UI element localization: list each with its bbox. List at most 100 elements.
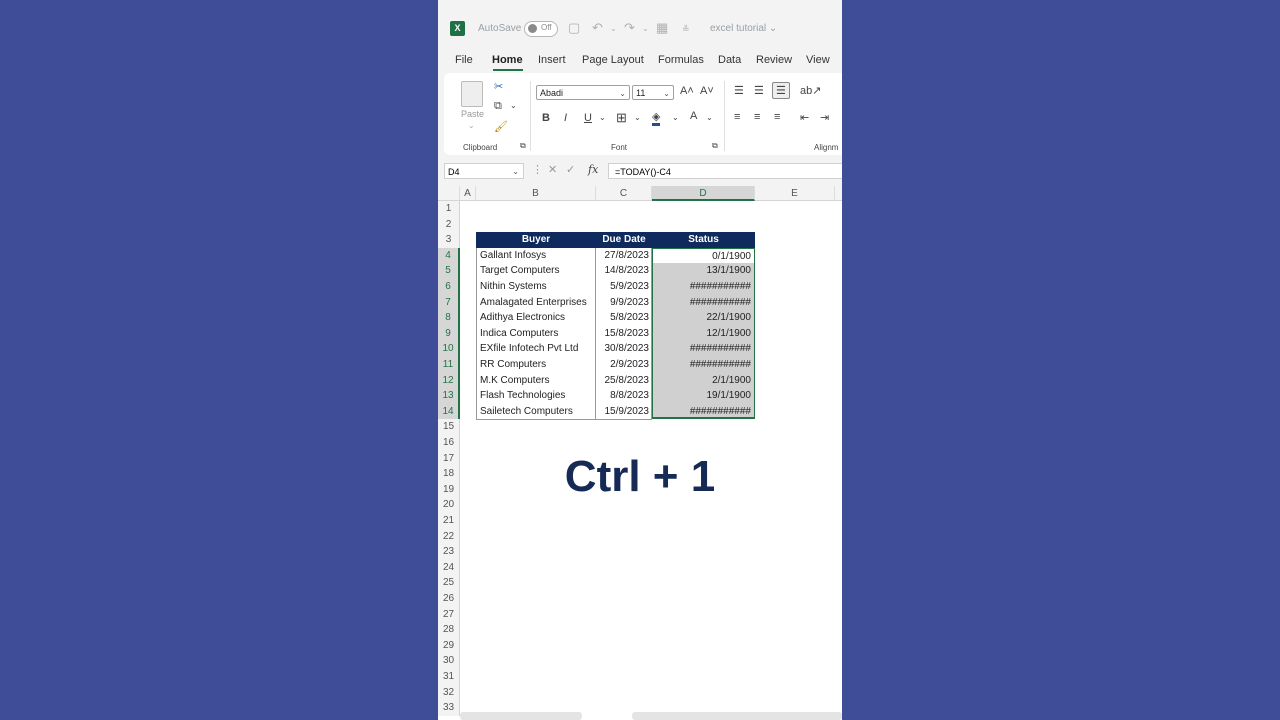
- font-color-button[interactable]: A: [690, 110, 697, 122]
- tab-data[interactable]: Data: [718, 54, 741, 66]
- cell-due-date[interactable]: 5/8/2023: [596, 310, 652, 326]
- row-header[interactable]: 22: [438, 528, 460, 545]
- column-header-d[interactable]: D: [652, 186, 755, 201]
- row-header[interactable]: 2: [438, 216, 460, 233]
- tab-insert[interactable]: Insert: [538, 54, 566, 66]
- row-header[interactable]: 5: [438, 263, 460, 279]
- font-color-dropdown-icon[interactable]: ⌄: [706, 113, 713, 122]
- table-icon[interactable]: ▦: [656, 20, 668, 36]
- cell-status[interactable]: 12/1/1900: [652, 325, 755, 342]
- autosave-toggle[interactable]: Off: [524, 21, 558, 37]
- table-header-cell[interactable]: Buyer: [476, 232, 596, 248]
- cell-buyer[interactable]: Nithin Systems: [476, 279, 596, 295]
- align-center-icon[interactable]: ≡: [754, 111, 760, 123]
- row-header[interactable]: 16: [438, 435, 460, 451]
- borders-icon[interactable]: ⊞: [616, 110, 627, 126]
- cell-due-date[interactable]: 9/9/2023: [596, 294, 652, 311]
- row-header[interactable]: 3: [438, 232, 460, 248]
- row-header[interactable]: 25: [438, 575, 460, 591]
- name-box[interactable]: D4 ⌄: [444, 163, 524, 179]
- save-icon[interactable]: ▢: [568, 20, 580, 36]
- copy-icon[interactable]: ⧉: [494, 100, 502, 113]
- fill-color-dropdown-icon[interactable]: ⌄: [672, 113, 679, 122]
- paste-icon[interactable]: [461, 81, 483, 107]
- underline-button[interactable]: U: [584, 112, 592, 124]
- cell-due-date[interactable]: 5/9/2023: [596, 279, 652, 295]
- column-header-f[interactable]: F: [835, 186, 842, 201]
- row-header[interactable]: 10: [438, 341, 460, 357]
- undo-dropdown-icon[interactable]: ⌄: [610, 24, 617, 33]
- row-header[interactable]: 26: [438, 591, 460, 607]
- sheet-tabs-scrollbar[interactable]: [460, 712, 582, 720]
- cell-status[interactable]: ###########: [652, 403, 755, 420]
- align-top-icon[interactable]: ☰: [734, 84, 744, 97]
- redo-dropdown-icon[interactable]: ⌄: [642, 24, 649, 33]
- underline-dropdown-icon[interactable]: ⌄: [599, 113, 606, 122]
- cell-status[interactable]: 22/1/1900: [652, 310, 755, 326]
- tab-view[interactable]: View: [806, 54, 830, 66]
- row-header[interactable]: 9: [438, 325, 460, 342]
- cell-buyer[interactable]: RR Computers: [476, 357, 596, 373]
- cell-status[interactable]: ###########: [652, 357, 755, 373]
- enter-icon[interactable]: ✓: [566, 163, 575, 176]
- row-header[interactable]: 6: [438, 279, 460, 295]
- cancel-icon[interactable]: ✕: [548, 163, 557, 176]
- row-header[interactable]: 23: [438, 544, 460, 560]
- row-header[interactable]: 27: [438, 606, 460, 623]
- cell-buyer[interactable]: Amalagated Enterprises: [476, 294, 596, 311]
- tab-review[interactable]: Review: [756, 54, 792, 66]
- cell-due-date[interactable]: 25/8/2023: [596, 372, 652, 389]
- cell-status[interactable]: 2/1/1900: [652, 372, 755, 389]
- clipboard-launcher-icon[interactable]: ⧉: [520, 141, 526, 151]
- cell-due-date[interactable]: 27/8/2023: [596, 247, 652, 264]
- more-options-icon[interactable]: ⋮: [532, 163, 543, 176]
- cell-buyer[interactable]: M.K Computers: [476, 372, 596, 389]
- align-left-icon[interactable]: ≡: [734, 111, 740, 123]
- align-middle-icon[interactable]: ☰: [754, 84, 764, 97]
- formula-input[interactable]: =TODAY()-C4: [608, 163, 842, 179]
- row-header[interactable]: 33: [438, 700, 460, 716]
- tab-home[interactable]: Home: [492, 54, 523, 66]
- redo-icon[interactable]: ↷: [624, 20, 635, 36]
- tab-page-layout[interactable]: Page Layout: [582, 54, 644, 66]
- horizontal-scrollbar[interactable]: [632, 712, 842, 720]
- cell-status[interactable]: ###########: [652, 341, 755, 357]
- row-header[interactable]: 12: [438, 372, 460, 389]
- row-header[interactable]: 30: [438, 653, 460, 669]
- column-header-b[interactable]: B: [476, 186, 596, 201]
- active-cell-status[interactable]: 0/1/1900: [652, 247, 755, 264]
- column-header-e[interactable]: E: [755, 186, 835, 201]
- cell-status[interactable]: 19/1/1900: [652, 388, 755, 404]
- italic-button[interactable]: I: [564, 112, 567, 124]
- cell-due-date[interactable]: 15/9/2023: [596, 403, 652, 420]
- select-all-corner[interactable]: [438, 186, 460, 201]
- row-header[interactable]: 28: [438, 622, 460, 638]
- row-header[interactable]: 29: [438, 637, 460, 654]
- align-bottom-icon[interactable]: ☰: [772, 82, 790, 99]
- row-header[interactable]: 32: [438, 684, 460, 701]
- cell-buyer[interactable]: Gallant Infosys: [476, 247, 596, 264]
- customize-qat-icon[interactable]: ≚: [682, 24, 690, 35]
- row-header[interactable]: 1: [438, 201, 460, 217]
- cell-due-date[interactable]: 15/8/2023: [596, 325, 652, 342]
- row-header[interactable]: 4: [438, 247, 460, 264]
- cell-buyer[interactable]: EXfile Infotech Pvt Ltd: [476, 341, 596, 357]
- cell-buyer[interactable]: Indica Computers: [476, 325, 596, 342]
- cell-status[interactable]: ###########: [652, 294, 755, 311]
- table-header-cell[interactable]: Status: [652, 232, 755, 248]
- row-header[interactable]: 11: [438, 357, 460, 373]
- tab-formulas[interactable]: Formulas: [658, 54, 704, 66]
- increase-indent-icon[interactable]: ⇥: [820, 111, 829, 124]
- font-size-select[interactable]: 11 ⌄: [632, 85, 674, 100]
- decrease-indent-icon[interactable]: ⇤: [800, 111, 809, 124]
- row-header[interactable]: 31: [438, 669, 460, 685]
- cell-status[interactable]: ###########: [652, 279, 755, 295]
- cell-buyer[interactable]: Flash Technologies: [476, 388, 596, 404]
- cell-buyer[interactable]: Sailetech Computers: [476, 403, 596, 420]
- tab-file[interactable]: File: [455, 54, 473, 66]
- undo-icon[interactable]: ↶: [592, 20, 603, 36]
- cell-due-date[interactable]: 8/8/2023: [596, 388, 652, 404]
- bold-button[interactable]: B: [542, 112, 550, 124]
- row-header[interactable]: 15: [438, 419, 460, 435]
- format-painter-icon[interactable]: 🖌: [494, 120, 508, 133]
